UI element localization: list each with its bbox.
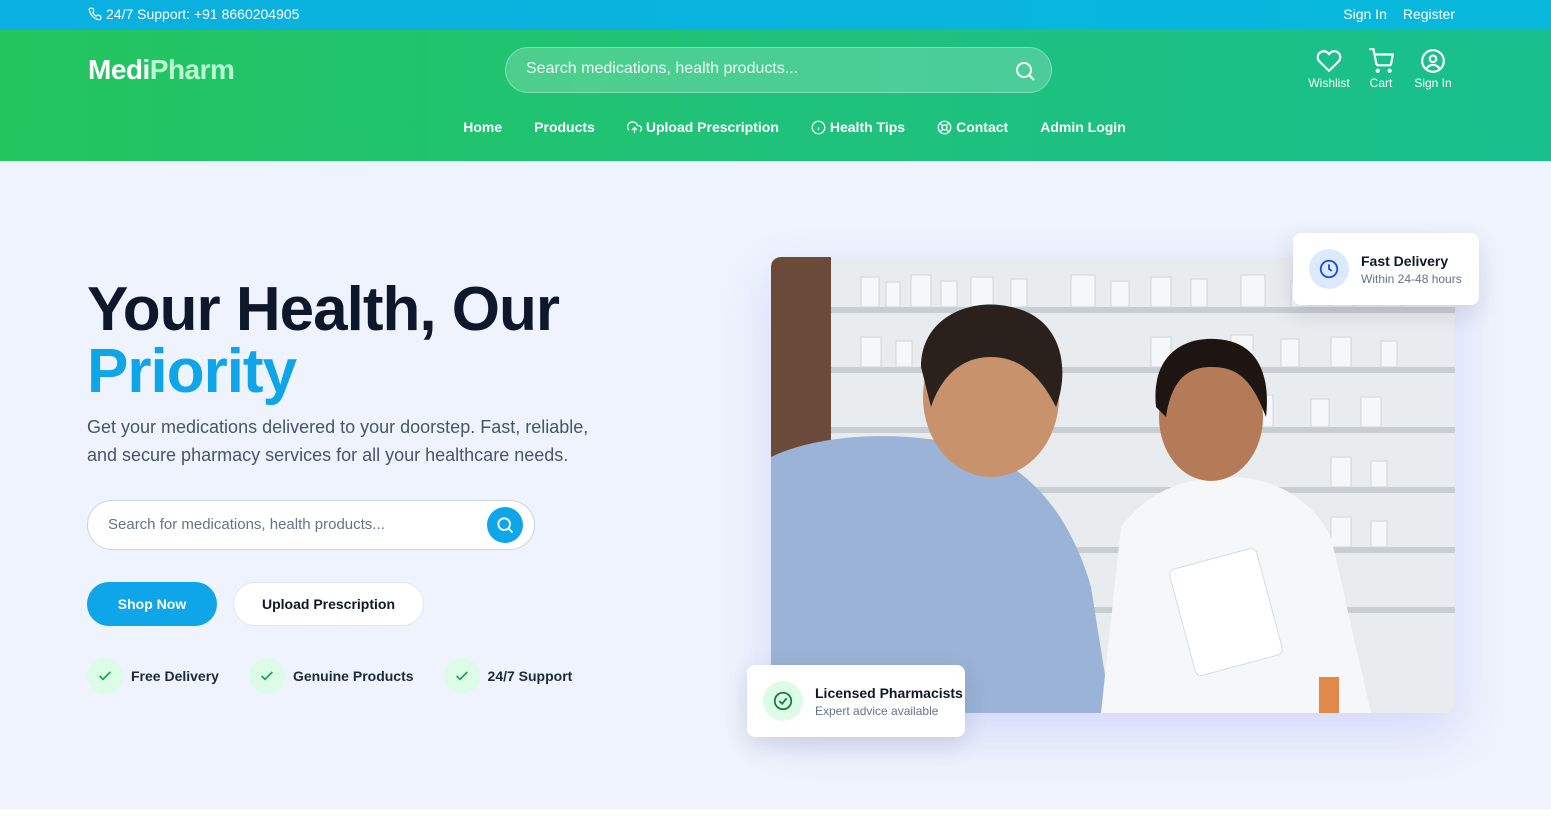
licensed-pharmacists-title: Licensed Pharmacists	[815, 684, 963, 701]
main-header: MediPharm Wishlist Cart Sign In Home Pro…	[0, 30, 1551, 161]
fast-delivery-title: Fast Delivery	[1361, 252, 1449, 269]
header-sign-in-button[interactable]: Sign In	[1407, 48, 1459, 90]
clock-icon	[1309, 249, 1349, 289]
hero-search	[87, 500, 535, 550]
nav-contact[interactable]: Contact	[937, 119, 1008, 135]
logo[interactable]: MediPharm	[88, 54, 235, 86]
nav-upload-prescription[interactable]: Upload Prescription	[626, 119, 779, 135]
hero-title: Your Health, Our Priority	[87, 279, 560, 406]
hero-section: Your Health, Our Priority Get your medic…	[0, 161, 1551, 809]
header-actions: Wishlist Cart Sign In	[1303, 48, 1459, 90]
top-register-link[interactable]: Register	[1403, 6, 1455, 22]
section-divider	[0, 809, 1551, 824]
hero-search-button[interactable]	[487, 507, 523, 543]
feature-list: Free Delivery Genuine Products 24/7 Supp…	[87, 658, 572, 694]
upload-prescription-button[interactable]: Upload Prescription	[233, 582, 424, 626]
heart-icon	[1316, 50, 1342, 73]
feature-label: Genuine Products	[292, 668, 414, 684]
nav-admin-label: Admin Login	[1040, 119, 1126, 135]
lifebuoy-icon	[937, 120, 952, 134]
search-icon	[497, 517, 514, 534]
feature-label: Free Delivery	[131, 668, 219, 684]
logo-text-medi: Medi	[88, 54, 150, 85]
wishlist-label: Wishlist	[1308, 76, 1350, 90]
support-info: 24/7 Support: +91 8660204905	[88, 6, 299, 22]
licensed-pharmacists-card: Licensed Pharmacists Expert advice avail…	[747, 665, 965, 737]
feature-label: 24/7 Support	[487, 668, 573, 684]
nav-upload-label: Upload Prescription	[645, 119, 779, 135]
header-search-input[interactable]	[526, 60, 986, 78]
wishlist-button[interactable]: Wishlist	[1303, 48, 1355, 90]
top-sign-in-link[interactable]: Sign In	[1343, 6, 1387, 22]
check-icon	[248, 658, 285, 694]
check-circle-icon	[763, 681, 803, 721]
nav-home[interactable]: Home	[463, 119, 502, 135]
header-sign-in-label: Sign In	[1414, 76, 1452, 90]
logo-text-pharm: Pharm	[149, 54, 235, 85]
top-bar: 24/7 Support: +91 8660204905 Sign In Reg…	[0, 0, 1551, 30]
header-search	[505, 47, 1052, 93]
nav-health-tips[interactable]: Health Tips	[811, 119, 905, 135]
cart-button[interactable]: Cart	[1355, 48, 1407, 90]
hero-search-input[interactable]	[108, 516, 468, 533]
cart-icon	[1369, 48, 1394, 73]
shop-now-button[interactable]: Shop Now	[87, 582, 217, 626]
user-circle-icon	[1421, 49, 1445, 73]
fast-delivery-card: Fast Delivery Within 24-48 hours	[1293, 233, 1479, 305]
search-icon[interactable]	[1013, 59, 1037, 83]
fast-delivery-subtitle: Within 24-48 hours	[1361, 271, 1462, 286]
main-nav: Home Products Upload Prescription Health…	[0, 119, 1551, 135]
nav-home-label: Home	[463, 119, 503, 135]
hero-title-accent: Priority	[87, 337, 297, 406]
hero-title-line1: Your Health, Our	[87, 275, 560, 344]
nav-health-tips-label: Health Tips	[829, 119, 906, 135]
feature-free-delivery: Free Delivery	[87, 658, 219, 694]
info-icon	[811, 120, 826, 134]
licensed-pharmacists-subtitle: Expert advice available	[815, 703, 939, 718]
check-icon	[443, 658, 480, 694]
hero-description: Get your medications delivered to your d…	[87, 417, 589, 465]
feature-genuine-products: Genuine Products	[248, 658, 414, 694]
nav-products-label: Products	[534, 119, 595, 135]
cart-label: Cart	[1369, 76, 1393, 90]
hero-pharmacy-image	[771, 257, 1455, 713]
support-text: 24/7 Support: +91 8660204905	[106, 6, 300, 22]
nav-products[interactable]: Products	[534, 119, 595, 135]
nav-admin-login[interactable]: Admin Login	[1040, 119, 1126, 135]
feature-support: 24/7 Support	[443, 658, 573, 694]
nav-contact-label: Contact	[956, 119, 1009, 135]
check-icon	[87, 658, 123, 694]
phone-icon	[88, 7, 102, 21]
upload-cloud-icon	[626, 120, 642, 133]
